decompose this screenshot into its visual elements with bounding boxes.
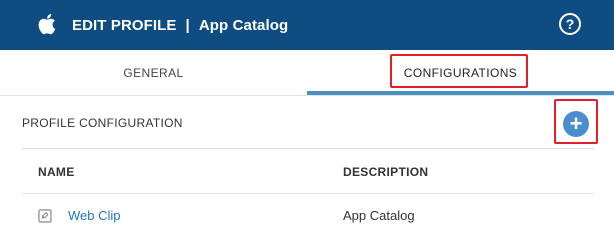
section-divider bbox=[22, 148, 594, 149]
row-name-link[interactable]: Web Clip bbox=[68, 208, 121, 223]
tab-general[interactable]: GENERAL bbox=[0, 50, 307, 96]
table-header-divider bbox=[22, 193, 594, 194]
help-icon[interactable]: ? bbox=[559, 13, 581, 35]
header-bar: EDIT PROFILE | App Catalog ? bbox=[0, 0, 614, 50]
title-separator: | bbox=[185, 16, 190, 34]
page-subtitle: App Catalog bbox=[198, 16, 289, 34]
row-description: App Catalog bbox=[343, 208, 415, 223]
column-header-name: NAME bbox=[38, 165, 75, 179]
add-configuration-button[interactable]: + bbox=[563, 111, 589, 137]
tab-bar: GENERAL CONFIGURATIONS bbox=[0, 50, 614, 96]
page-title: EDIT PROFILE | App Catalog bbox=[72, 0, 288, 50]
page-title-label: EDIT PROFILE bbox=[72, 16, 177, 34]
tab-divider bbox=[0, 95, 614, 96]
apple-logo-icon bbox=[38, 13, 56, 35]
web-clip-icon bbox=[38, 209, 52, 223]
section-title: PROFILE CONFIGURATION bbox=[22, 116, 183, 130]
tab-configurations[interactable]: CONFIGURATIONS bbox=[307, 50, 614, 96]
column-header-description: DESCRIPTION bbox=[343, 165, 429, 179]
